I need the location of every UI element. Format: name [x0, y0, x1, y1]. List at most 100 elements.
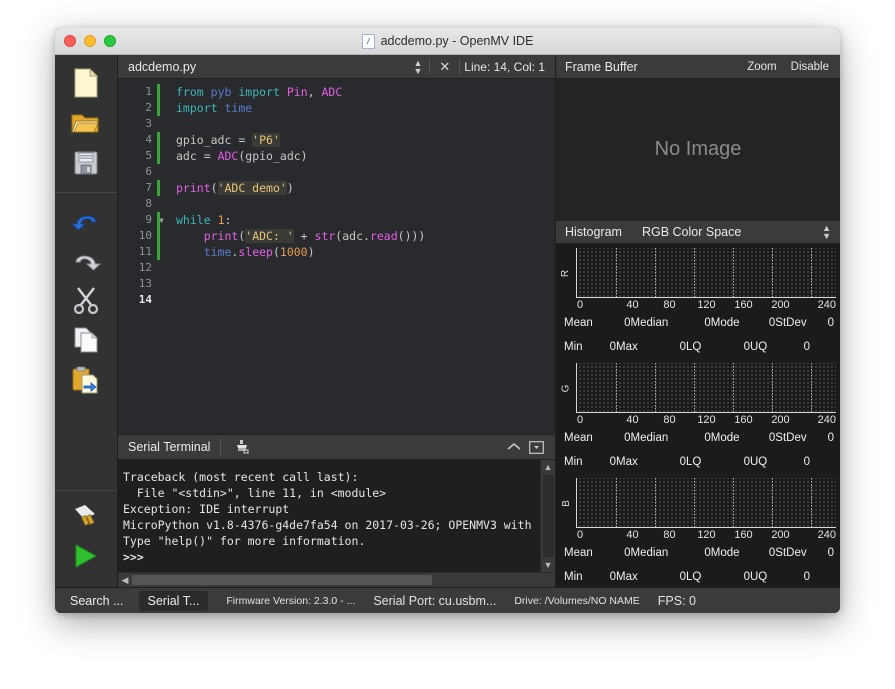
stat-median: Median 0 [631, 432, 711, 444]
no-image-placeholder: No Image [654, 138, 742, 160]
stat-uq: UQ 0 [750, 341, 810, 353]
histogram-title: Histogram [565, 225, 622, 239]
minimize-window-button[interactable] [84, 35, 96, 47]
close-window-button[interactable] [64, 35, 76, 47]
file-selector-chevron-icon[interactable]: ▲ ▼ [406, 58, 429, 75]
line-modified-marker [156, 84, 170, 100]
line-number: 3 [145, 117, 152, 130]
undo-icon[interactable] [69, 203, 103, 237]
line-marker [156, 116, 170, 132]
stat-mode: Mode 0 [711, 317, 776, 329]
histogram-body: R 0 40 80 120 160 200 240 Mean 0 Median 0 Mode 0 StDev… [556, 244, 840, 587]
histogram-plot[interactable] [576, 478, 836, 528]
disable-button[interactable]: Disable [791, 61, 829, 73]
scroll-down-icon[interactable]: ▼ [544, 558, 553, 572]
stat-max: Max 0 [616, 456, 686, 468]
frame-buffer-view[interactable]: No Image [556, 79, 840, 220]
channel-axis-label: B [560, 499, 572, 507]
run-icon[interactable] [69, 539, 103, 573]
serial-terminal-title: Serial Terminal [128, 440, 211, 454]
line-modified-marker [156, 148, 170, 164]
axis-tick-label: 240 [817, 414, 836, 426]
editor-tab-adcdemo[interactable]: adcdemo.py [118, 60, 196, 74]
code-editor[interactable]: 1 2 3 4 5 6 7 8 9 10 11 12 13 14 ▼ from pyb import Pi… [118, 79, 555, 434]
axis-tick-label: 160 [734, 299, 753, 311]
plot-gridline [732, 363, 734, 412]
color-space-chevron-icon[interactable]: ▲ ▼ [822, 224, 840, 241]
histogram-plot[interactable] [576, 363, 836, 413]
stat-label: UQ [750, 571, 768, 583]
fold-arrow-icon[interactable]: ▼ [156, 216, 164, 225]
desktop-background: / adcdemo.py - OpenMV IDE adcdemo.py ▲ ▼… [0, 0, 895, 689]
connect-icon[interactable] [69, 499, 103, 533]
stat-label: UQ [750, 341, 768, 353]
plot-gridline [771, 248, 773, 297]
terminal-line: >>> [123, 550, 144, 564]
axis-tick-label: 80 [663, 529, 676, 541]
window-titlebar[interactable]: / adcdemo.py - OpenMV IDE [55, 28, 840, 55]
axis-tick-label: 80 [663, 414, 676, 426]
axis-tick-label: 0 [577, 299, 584, 311]
vertical-scroll-thumb[interactable] [542, 475, 554, 557]
detach-panel-icon[interactable] [525, 438, 547, 456]
stats-row: Min 0 Max 0 LQ 0 UQ 0 [564, 565, 834, 587]
search-button[interactable]: Search ... [61, 591, 133, 611]
stat-value: 0 [803, 571, 810, 583]
line-modified-marker [156, 100, 170, 116]
maximize-window-button[interactable] [104, 35, 116, 47]
line-number: 5 [145, 149, 152, 162]
stat-max: Max 0 [616, 341, 686, 353]
fps-label: FPS: 0 [657, 593, 696, 608]
line-number: 13 [138, 277, 152, 290]
close-tab-icon[interactable]: ✕ [430, 59, 459, 75]
serial-terminal-button[interactable]: Serial T... [138, 590, 209, 611]
stat-value: 0 [827, 432, 834, 444]
clear-terminal-icon[interactable] [231, 438, 253, 456]
cut-icon[interactable] [69, 283, 103, 317]
plot-gridline [693, 363, 695, 412]
horizontal-scroll-thumb[interactable] [132, 575, 432, 585]
axis-tick-label: 0 [577, 529, 584, 541]
code-content[interactable]: from pyb import Pin, ADC import time gpio… [170, 79, 555, 434]
code-line: adc = ADC(gpio_adc) [176, 149, 308, 163]
status-bar: Search ... Serial T... Firmware Version:… [55, 587, 840, 613]
plot-gridline [810, 478, 812, 527]
redo-icon[interactable] [69, 243, 103, 277]
stat-mean: Mean 0 [564, 432, 631, 444]
frame-buffer-title: Frame Buffer [565, 59, 638, 74]
line-number: 12 [138, 261, 152, 274]
terminal-vertical-scrollbar[interactable]: ▲ ▼ [540, 460, 555, 572]
zoom-button[interactable]: Zoom [747, 61, 776, 73]
collapse-chevron-icon[interactable] [503, 438, 525, 456]
toolbar-divider-bottom [55, 490, 117, 491]
serial-terminal-output[interactable]: Traceback (most recent call last): File … [118, 460, 555, 572]
line-number: 1 [145, 85, 152, 98]
color-space-selector[interactable]: RGB Color Space [622, 225, 741, 239]
terminal-horizontal-scrollbar[interactable]: ◀ [118, 572, 555, 587]
change-marker-column: ▼ [156, 79, 170, 434]
copy-icon[interactable] [69, 323, 103, 357]
histogram-channel-b: B 0 40 80 120 160 200 240 Mean 0 Median 0 Mode 0 StDev… [556, 474, 840, 587]
new-file-icon[interactable] [69, 66, 103, 100]
save-file-icon[interactable] [69, 146, 103, 180]
axis-tick-label: 40 [626, 414, 639, 426]
serial-terminal-header: Serial Terminal [118, 434, 555, 460]
open-file-icon[interactable] [69, 106, 103, 140]
terminal-line: Exception: IDE interrupt [123, 502, 290, 516]
line-number-gutter: 1 2 3 4 5 6 7 8 9 10 11 12 13 14 [118, 79, 156, 434]
code-line: gpio_adc = 'P6' [176, 133, 280, 147]
scroll-left-icon[interactable]: ◀ [118, 575, 132, 586]
code-line: time.sleep(1000) [203, 245, 315, 259]
histogram-plot[interactable] [576, 248, 836, 298]
paste-icon[interactable] [69, 363, 103, 397]
stat-label: Median [630, 317, 669, 329]
stat-mode: Mode 0 [711, 432, 776, 444]
stat-mean: Mean 0 [564, 317, 631, 329]
firmware-version-label: Firmware Version: 2.3.0 - ... [226, 594, 356, 607]
window-body: adcdemo.py ▲ ▼ ✕ Line: 14, Col: 1 1234567… [55, 55, 840, 587]
code-line: print('ADC demo') [176, 181, 294, 195]
scroll-up-icon[interactable]: ▲ [544, 460, 553, 474]
